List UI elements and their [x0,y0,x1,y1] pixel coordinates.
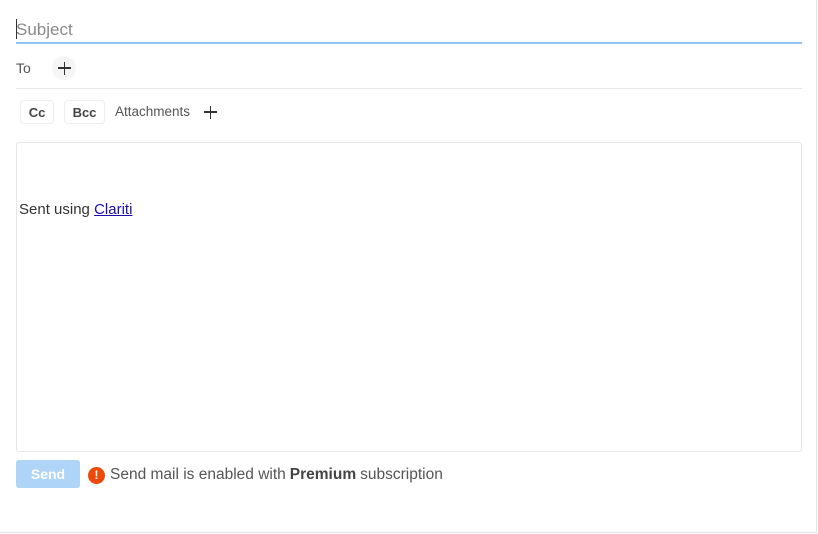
alert-icon: ! [88,466,105,484]
notice-premium: Premium [289,466,357,483]
plus-icon [203,105,217,119]
text-cursor [16,19,17,39]
signature: Sent using Clariti [19,201,132,218]
premium-notice: ! Send mail is enabled with Premium subs… [88,466,443,484]
add-attachment-button[interactable] [198,100,222,124]
compose-panel: To Cc Bcc Attachments Sent using Clariti… [0,0,817,533]
plus-icon [57,61,71,75]
message-body-editor[interactable]: Sent using Clariti [16,142,802,452]
send-button[interactable]: Send [16,460,80,488]
notice-text: Send mail is enabled with [110,466,286,483]
cc-button[interactable]: Cc [20,100,54,124]
subject-input[interactable] [16,18,796,42]
attachments-label: Attachments [115,104,191,119]
signature-link[interactable]: Clariti [94,201,132,218]
to-row: To [16,52,802,89]
notice-text-end: subscription [360,466,443,483]
to-label: To [16,60,31,76]
signature-text: Sent using [19,201,90,218]
bcc-button[interactable]: Bcc [64,100,105,124]
add-recipient-button[interactable] [52,56,76,80]
subject-field [16,14,802,44]
